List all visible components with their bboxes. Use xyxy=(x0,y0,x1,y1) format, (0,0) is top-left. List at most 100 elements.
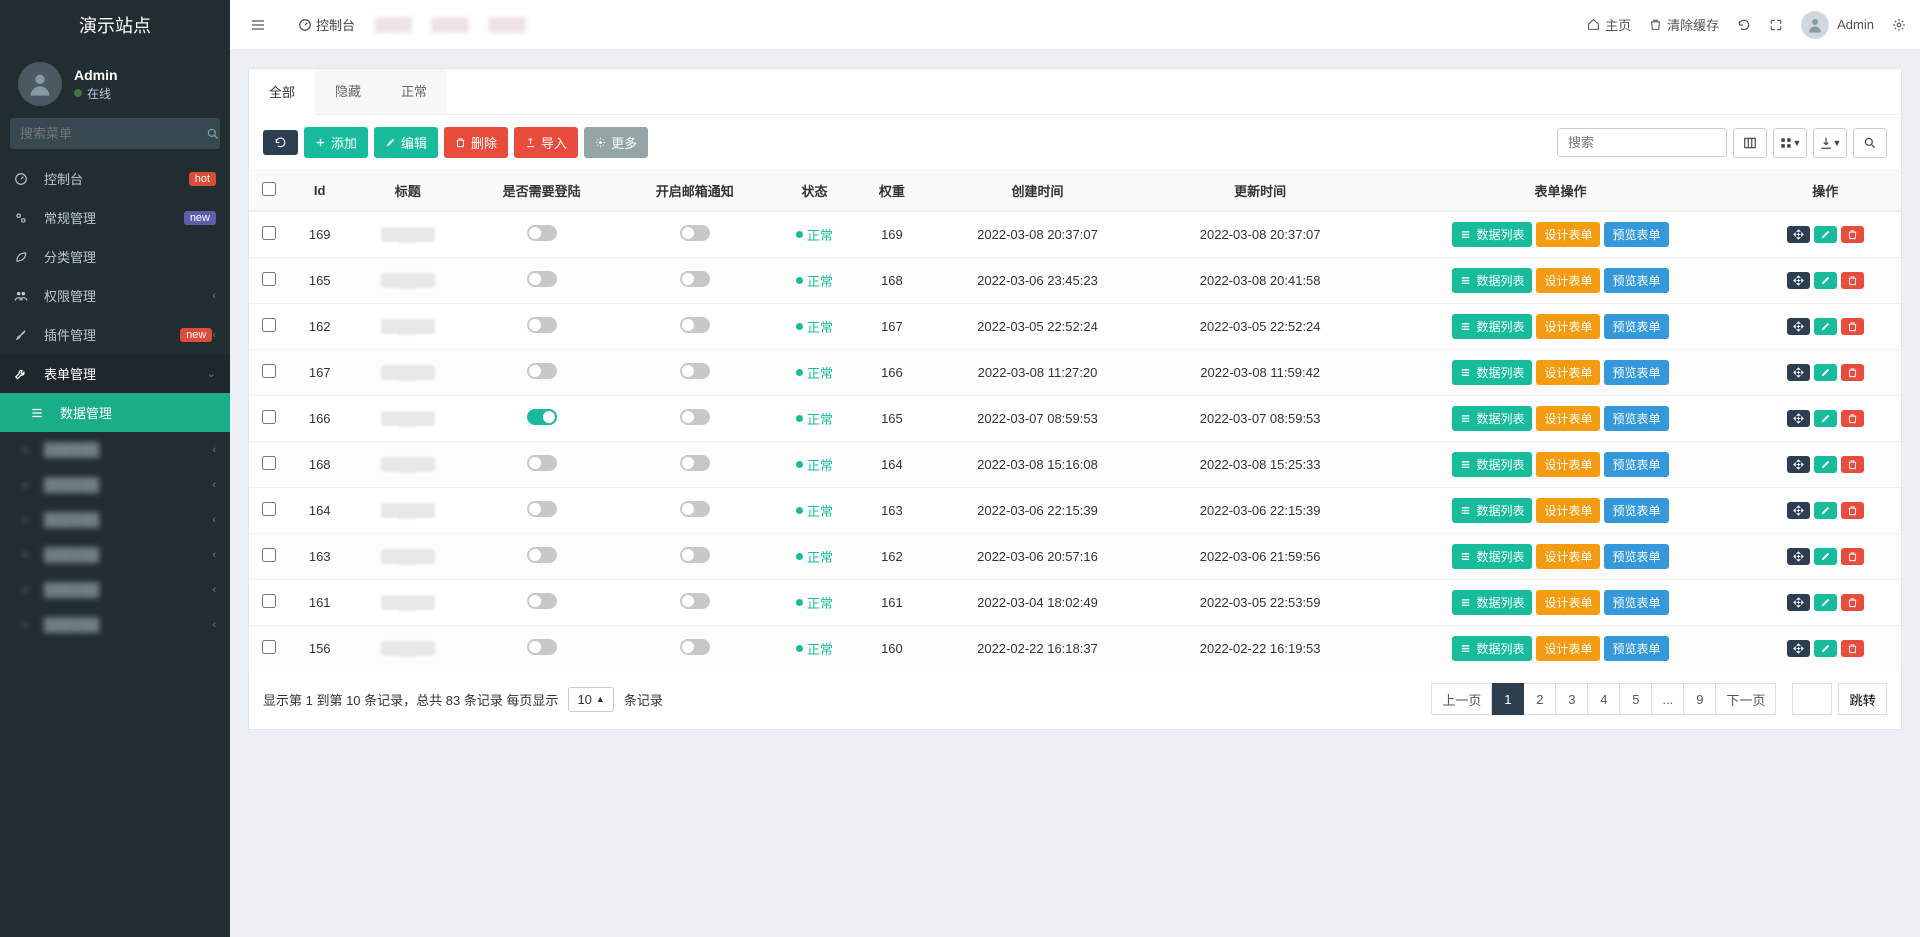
data-list-button[interactable]: 数据列表 xyxy=(1452,360,1532,385)
login-toggle[interactable] xyxy=(527,639,557,655)
row-edit-button[interactable] xyxy=(1814,272,1837,289)
delete-button[interactable]: 删除 xyxy=(444,127,508,158)
login-toggle[interactable] xyxy=(527,455,557,471)
row-drag-button[interactable] xyxy=(1787,640,1810,657)
sidebar-item[interactable]: 插件管理new‹ xyxy=(0,315,230,354)
row-edit-button[interactable] xyxy=(1814,364,1837,381)
design-form-button[interactable]: 设计表单 xyxy=(1536,498,1600,523)
preview-form-button[interactable]: 预览表单 xyxy=(1604,268,1668,293)
select-all-checkbox[interactable] xyxy=(262,182,276,196)
sidebar-item-hidden[interactable]: ▪██████‹ xyxy=(0,467,230,502)
column-header[interactable]: 状态 xyxy=(771,171,857,212)
row-delete-button[interactable] xyxy=(1841,640,1864,657)
page-button[interactable]: 9 xyxy=(1684,683,1716,715)
page-button[interactable]: 1 xyxy=(1492,683,1524,715)
page-button[interactable]: 上一页 xyxy=(1431,683,1492,715)
row-delete-button[interactable] xyxy=(1841,594,1864,611)
preview-form-button[interactable]: 预览表单 xyxy=(1604,636,1668,661)
row-drag-button[interactable] xyxy=(1787,410,1810,427)
sidebar-item-hidden[interactable]: ▪██████‹ xyxy=(0,432,230,467)
design-form-button[interactable]: 设计表单 xyxy=(1536,360,1600,385)
search-icon[interactable] xyxy=(206,118,220,149)
row-drag-button[interactable] xyxy=(1787,364,1810,381)
jump-button[interactable]: 跳转 xyxy=(1838,683,1887,715)
column-header[interactable]: 是否需要登陆 xyxy=(465,171,618,212)
view-toggle-button[interactable]: ▼ xyxy=(1773,128,1807,158)
row-edit-button[interactable] xyxy=(1814,456,1837,473)
row-drag-button[interactable] xyxy=(1787,456,1810,473)
column-header[interactable]: 权重 xyxy=(858,171,926,212)
login-toggle[interactable] xyxy=(527,409,557,425)
design-form-button[interactable]: 设计表单 xyxy=(1536,314,1600,339)
home-link[interactable]: 主页 xyxy=(1587,15,1631,34)
login-toggle[interactable] xyxy=(527,271,557,287)
row-checkbox[interactable] xyxy=(262,318,276,332)
column-header[interactable] xyxy=(249,171,289,212)
tab[interactable]: 正常 xyxy=(381,69,447,114)
more-button[interactable]: 更多 xyxy=(584,127,648,158)
row-edit-button[interactable] xyxy=(1814,548,1837,565)
refresh-button[interactable] xyxy=(263,130,298,155)
sidebar-item-hidden[interactable]: ▪██████‹ xyxy=(0,572,230,607)
page-button[interactable]: 5 xyxy=(1620,683,1652,715)
column-header[interactable]: 更新时间 xyxy=(1149,171,1372,212)
row-drag-button[interactable] xyxy=(1787,318,1810,335)
add-button[interactable]: 添加 xyxy=(304,127,368,158)
row-checkbox[interactable] xyxy=(262,548,276,562)
row-checkbox[interactable] xyxy=(262,410,276,424)
data-list-button[interactable]: 数据列表 xyxy=(1452,544,1532,569)
login-toggle[interactable] xyxy=(527,225,557,241)
row-checkbox[interactable] xyxy=(262,502,276,516)
row-checkbox[interactable] xyxy=(262,640,276,654)
search-button[interactable] xyxy=(1853,128,1887,158)
design-form-button[interactable]: 设计表单 xyxy=(1536,452,1600,477)
login-toggle[interactable] xyxy=(527,501,557,517)
preview-form-button[interactable]: 预览表单 xyxy=(1604,590,1668,615)
email-toggle[interactable] xyxy=(680,363,710,379)
page-size-selector[interactable]: 10 ▲ xyxy=(568,687,613,712)
row-edit-button[interactable] xyxy=(1814,318,1837,335)
refresh-icon[interactable] xyxy=(1737,18,1751,32)
sidebar-item-data-manage[interactable]: 数据管理 xyxy=(0,393,230,432)
data-list-button[interactable]: 数据列表 xyxy=(1452,406,1532,431)
column-header[interactable]: 创建时间 xyxy=(926,171,1149,212)
jump-page-input[interactable] xyxy=(1792,683,1832,715)
data-list-button[interactable]: 数据列表 xyxy=(1452,636,1532,661)
data-list-button[interactable]: 数据列表 xyxy=(1452,222,1532,247)
sidebar-item[interactable]: 表单管理⌄ xyxy=(0,354,230,393)
preview-form-button[interactable]: 预览表单 xyxy=(1604,544,1668,569)
design-form-button[interactable]: 设计表单 xyxy=(1536,590,1600,615)
preview-form-button[interactable]: 预览表单 xyxy=(1604,406,1668,431)
row-delete-button[interactable] xyxy=(1841,502,1864,519)
row-delete-button[interactable] xyxy=(1841,548,1864,565)
row-drag-button[interactable] xyxy=(1787,226,1810,243)
row-drag-button[interactable] xyxy=(1787,272,1810,289)
email-toggle[interactable] xyxy=(680,317,710,333)
preview-form-button[interactable]: 预览表单 xyxy=(1604,498,1668,523)
edit-button[interactable]: 编辑 xyxy=(374,127,438,158)
row-delete-button[interactable] xyxy=(1841,364,1864,381)
row-checkbox[interactable] xyxy=(262,594,276,608)
column-header[interactable]: 开启邮箱通知 xyxy=(618,171,771,212)
login-toggle[interactable] xyxy=(527,547,557,563)
page-button[interactable]: 4 xyxy=(1588,683,1620,715)
export-button[interactable]: ▼ xyxy=(1813,128,1847,158)
page-button[interactable]: 下一页 xyxy=(1716,683,1776,715)
sidebar-item-hidden[interactable]: ▪██████‹ xyxy=(0,502,230,537)
design-form-button[interactable]: 设计表单 xyxy=(1536,222,1600,247)
clear-cache-link[interactable]: 清除缓存 xyxy=(1649,15,1719,34)
sidebar-item[interactable]: 分类管理 xyxy=(0,237,230,276)
row-drag-button[interactable] xyxy=(1787,594,1810,611)
data-list-button[interactable]: 数据列表 xyxy=(1452,314,1532,339)
fullscreen-icon[interactable] xyxy=(1769,18,1783,32)
preview-form-button[interactable]: 预览表单 xyxy=(1604,314,1668,339)
page-button[interactable]: 2 xyxy=(1524,683,1556,715)
table-search-input[interactable] xyxy=(1557,128,1727,157)
login-toggle[interactable] xyxy=(527,593,557,609)
header-user[interactable]: Admin xyxy=(1801,11,1874,39)
data-list-button[interactable]: 数据列表 xyxy=(1452,498,1532,523)
login-toggle[interactable] xyxy=(527,363,557,379)
column-header[interactable]: Id xyxy=(289,171,350,212)
column-toggle-button[interactable] xyxy=(1733,128,1767,158)
column-header[interactable]: 操作 xyxy=(1749,171,1901,212)
